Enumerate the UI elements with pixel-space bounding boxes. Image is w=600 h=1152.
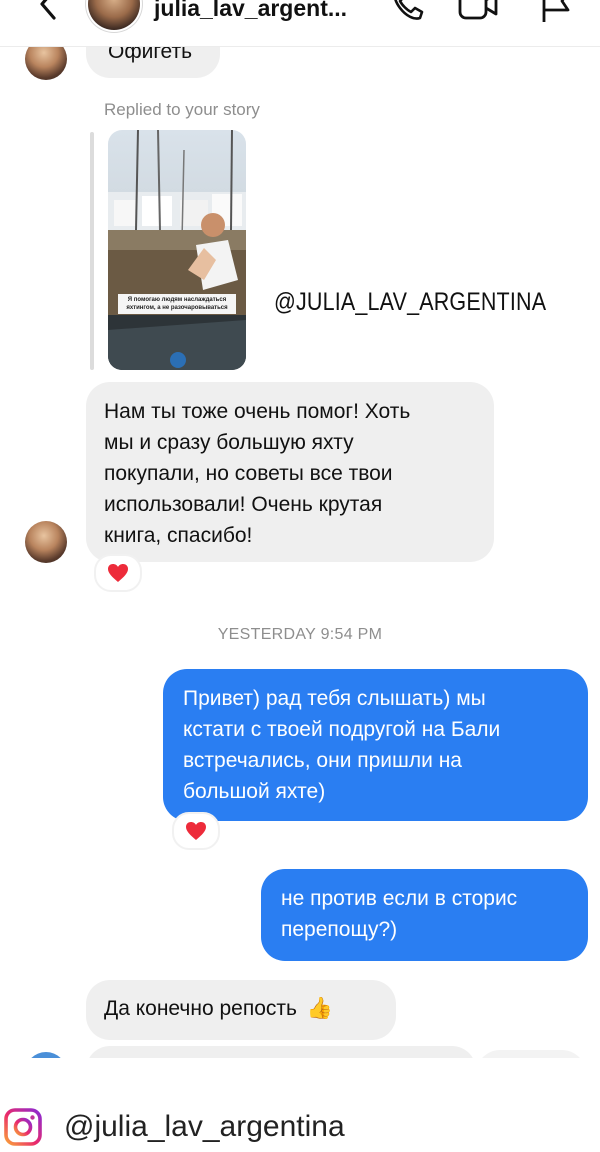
- message-bubble-outgoing[interactable]: Привет) рад тебя слышать) мы кстати с тв…: [163, 669, 588, 821]
- message-text: Да конечно репость: [104, 997, 297, 1020]
- footer-handle: @julia_lav_argentina: [64, 1110, 345, 1143]
- chat-screen: julia_lav_argent... Офигеть Replied to y…: [0, 0, 600, 1058]
- heart-icon: [108, 564, 128, 582]
- thumbs-up-icon: 👍: [306, 997, 333, 1020]
- message-line: мы и сразу большую яхту: [104, 431, 354, 454]
- instagram-icon: [4, 1108, 42, 1146]
- message-line: встречались, они пришли на: [183, 749, 462, 772]
- replied-to-story-label: Replied to your story: [104, 100, 260, 119]
- message-line: не против если в сторис: [281, 887, 518, 910]
- message-line: Привет) рад тебя слышать) мы: [183, 687, 486, 710]
- message-bubble-incoming[interactable]: [86, 1046, 476, 1058]
- story-reply-bar: [90, 132, 94, 370]
- heart-icon: [186, 822, 206, 840]
- message-line: большой яхте): [183, 780, 326, 803]
- sender-avatar[interactable]: [25, 521, 67, 563]
- story-thumbnail[interactable]: Я помогаю людям наслаждаться яхтингом, а…: [108, 130, 246, 370]
- message-line: кстати с твоей подругой на Бали: [183, 718, 501, 741]
- flag-icon[interactable]: [536, 0, 576, 24]
- message-bubble-incoming[interactable]: Нам ты тоже очень помог! Хоть мы и сразу…: [86, 382, 494, 562]
- chat-header: julia_lav_argent...: [0, 0, 600, 47]
- header-avatar[interactable]: [88, 0, 140, 30]
- phone-call-icon[interactable]: [388, 0, 428, 24]
- header-username[interactable]: julia_lav_argent...: [154, 0, 347, 22]
- message-line: Нам ты тоже очень помог! Хоть: [104, 400, 411, 423]
- message-line: использовали! Очень крутая: [104, 493, 383, 516]
- reaction-badge[interactable]: [94, 554, 142, 592]
- message-bubble-incoming[interactable]: [476, 1050, 586, 1058]
- message-line: книга, спасибо!: [104, 524, 253, 547]
- story-caption: Я помогаю людям наслаждаться яхтингом, а…: [118, 294, 236, 314]
- video-call-icon[interactable]: [456, 0, 500, 24]
- story-photo: [108, 130, 246, 370]
- message-line: покупали, но советы все твои: [104, 462, 393, 485]
- message-bubble-incoming[interactable]: Да конечно репость 👍: [86, 980, 396, 1040]
- timestamp: YESTERDAY 9:54 PM: [217, 626, 383, 643]
- back-arrow-icon[interactable]: [34, 0, 64, 22]
- message-bubble-outgoing[interactable]: не против если в сторис перепощу?): [261, 869, 588, 961]
- reaction-badge[interactable]: [172, 812, 220, 850]
- message-line: перепощу?): [281, 918, 398, 941]
- story-handle: @JULIA_LAV_ARGENTINA: [274, 288, 547, 316]
